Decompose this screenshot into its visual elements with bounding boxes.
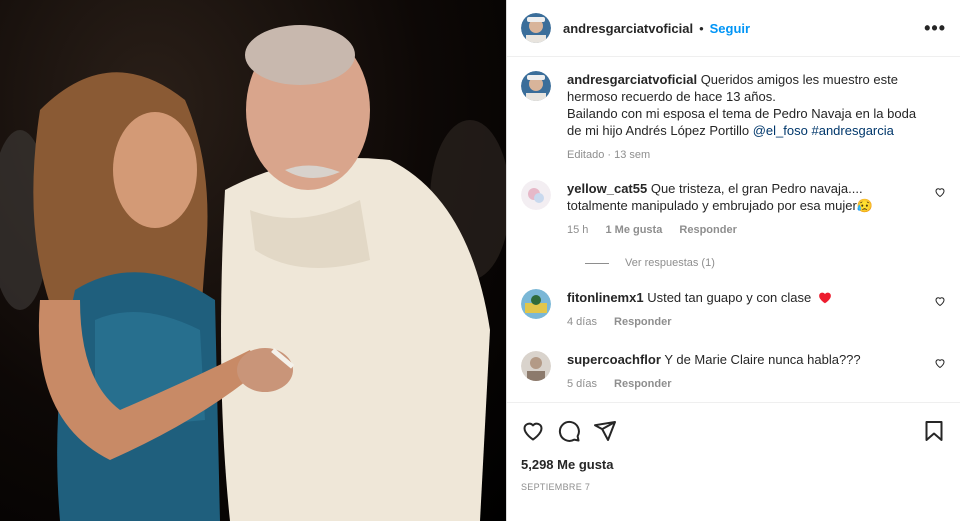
- comment-meta: 15 h 1 Me gusta Responder: [567, 222, 922, 239]
- view-replies-label: Ver respuestas (1): [625, 257, 715, 269]
- caption-username[interactable]: andresgarciatvoficial: [567, 72, 697, 87]
- comment-emoji: 😥: [856, 198, 873, 213]
- divider-line: [585, 262, 609, 264]
- comment-icon[interactable]: [557, 419, 581, 443]
- reply-button[interactable]: Responder: [614, 378, 671, 390]
- comment-username[interactable]: supercoachflor: [567, 352, 661, 367]
- post-panel: andresgarciatvoficial • Seguir ••• andre…: [506, 0, 960, 521]
- caption-meta: Editado · 13 sem: [567, 147, 922, 164]
- comment-meta: 5 días Responder: [567, 376, 922, 393]
- separator-dot: •: [699, 20, 704, 36]
- more-icon[interactable]: •••: [924, 18, 946, 39]
- comment-time: 15 h: [567, 224, 589, 236]
- comment: supercoachflor Y de Marie Claire nunca h…: [521, 351, 946, 393]
- comments-list: andresgarciatvoficial Queridos amigos le…: [507, 57, 960, 403]
- comment-body: yellow_cat55 Que tristeza, el gran Pedro…: [567, 180, 946, 239]
- author-avatar[interactable]: [521, 13, 551, 43]
- comment-time: 5 días: [567, 378, 597, 390]
- follow-button[interactable]: Seguir: [710, 21, 750, 36]
- post-header: andresgarciatvoficial • Seguir •••: [507, 0, 960, 57]
- comment: yellow_cat55 Que tristeza, el gran Pedro…: [521, 180, 946, 239]
- bookmark-icon[interactable]: [922, 419, 946, 443]
- comment-meta: 4 días Responder: [567, 314, 922, 331]
- comment-username[interactable]: fitonlinemx1: [567, 290, 644, 305]
- reply-button[interactable]: Responder: [679, 224, 736, 236]
- comment-username[interactable]: yellow_cat55: [567, 181, 647, 196]
- commenter-avatar[interactable]: [521, 289, 551, 319]
- post-actions: 5,298 Me gusta SEPTIEMBRE 7: [507, 402, 960, 492]
- photo-illustration: [0, 25, 506, 521]
- like-count[interactable]: 5,298 Me gusta: [521, 457, 946, 472]
- author-avatar[interactable]: [521, 71, 551, 101]
- action-icons: [521, 419, 946, 443]
- comment-text: Usted tan guapo y con clase: [647, 290, 812, 305]
- heart-icon[interactable]: [934, 186, 946, 198]
- commenter-avatar[interactable]: [521, 351, 551, 381]
- commenter-avatar[interactable]: [521, 180, 551, 210]
- comment-text: Y de Marie Claire nunca habla???: [664, 352, 861, 367]
- comment-time: 4 días: [567, 316, 597, 328]
- heart-icon[interactable]: [521, 419, 545, 443]
- view-replies-button[interactable]: Ver respuestas (1): [585, 257, 946, 269]
- comment-body: supercoachflor Y de Marie Claire nunca h…: [567, 351, 946, 393]
- heart-icon[interactable]: [934, 357, 946, 369]
- post-date: SEPTIEMBRE 7: [521, 482, 591, 492]
- author-username[interactable]: andresgarciatvoficial: [563, 21, 693, 36]
- post-photo[interactable]: [0, 0, 506, 521]
- share-icon[interactable]: [593, 419, 617, 443]
- comment-likes[interactable]: 1 Me gusta: [605, 224, 662, 236]
- caption-edited: Editado · 13 sem: [567, 149, 651, 161]
- caption-hashtag[interactable]: #andresgarcia: [811, 123, 893, 138]
- red-heart-icon: [819, 292, 831, 304]
- caption: andresgarciatvoficial Queridos amigos le…: [521, 71, 946, 164]
- caption-mention[interactable]: @el_foso: [753, 123, 808, 138]
- reply-button[interactable]: Responder: [614, 316, 671, 328]
- caption-body: andresgarciatvoficial Queridos amigos le…: [567, 71, 946, 164]
- comment-body: fitonlinemx1 Usted tan guapo y con clase…: [567, 289, 946, 331]
- comment: fitonlinemx1 Usted tan guapo y con clase…: [521, 289, 946, 331]
- heart-icon[interactable]: [934, 295, 946, 307]
